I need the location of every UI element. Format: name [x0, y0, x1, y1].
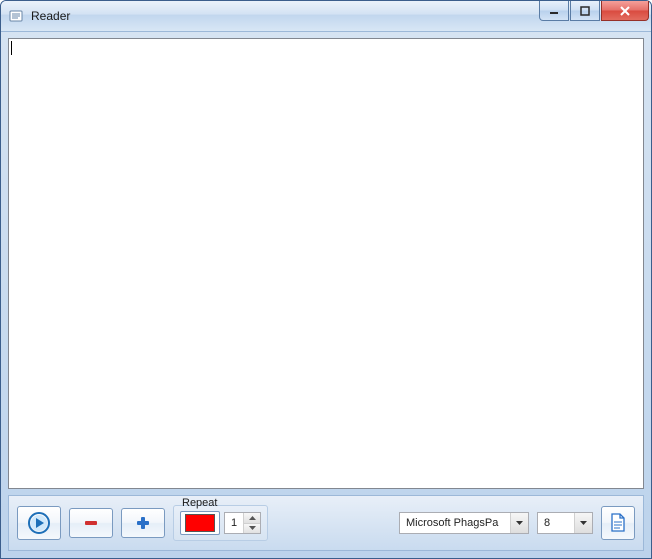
- repeat-value: 1: [225, 513, 244, 533]
- chevron-up-icon: [249, 516, 256, 520]
- spinner-down-button[interactable]: [244, 524, 260, 534]
- minus-icon: [82, 514, 100, 532]
- size-select[interactable]: 8: [537, 512, 593, 534]
- repeat-label: Repeat: [180, 497, 219, 509]
- play-icon: [28, 512, 50, 534]
- maximize-button[interactable]: [570, 1, 600, 21]
- chevron-down-icon: [249, 526, 256, 530]
- repeat-spinner[interactable]: 1: [224, 512, 261, 534]
- maximize-icon: [580, 6, 590, 16]
- font-select[interactable]: Microsoft PhagsPa: [399, 512, 529, 534]
- spinner-up-button[interactable]: [244, 513, 260, 524]
- plus-icon: [134, 514, 152, 532]
- repeat-group: Repeat 1: [173, 505, 268, 541]
- plus-button[interactable]: [121, 508, 165, 538]
- bottom-toolbar: Repeat 1: [8, 495, 644, 551]
- window-controls: [538, 1, 649, 31]
- app-window: Reader: [0, 0, 652, 559]
- color-button[interactable]: [180, 511, 220, 535]
- window-title: Reader: [31, 9, 538, 23]
- chevron-down-icon: [516, 521, 523, 525]
- close-button[interactable]: [601, 1, 649, 21]
- document-button[interactable]: [601, 506, 635, 540]
- color-swatch: [185, 514, 215, 532]
- title-bar[interactable]: Reader: [1, 1, 651, 32]
- minimize-button[interactable]: [539, 1, 569, 21]
- font-select-arrow[interactable]: [510, 513, 528, 533]
- text-input[interactable]: [8, 38, 644, 489]
- font-select-value: Microsoft PhagsPa: [400, 517, 510, 529]
- text-caret: [11, 41, 12, 55]
- close-icon: [619, 6, 631, 16]
- client-area: Repeat 1: [8, 38, 644, 551]
- size-select-value: 8: [538, 517, 574, 529]
- play-button[interactable]: [17, 506, 61, 540]
- size-select-arrow[interactable]: [574, 513, 592, 533]
- chevron-down-icon: [580, 521, 587, 525]
- document-icon: [609, 513, 627, 533]
- minus-button[interactable]: [69, 508, 113, 538]
- app-icon: [9, 8, 25, 24]
- minimize-icon: [549, 6, 559, 16]
